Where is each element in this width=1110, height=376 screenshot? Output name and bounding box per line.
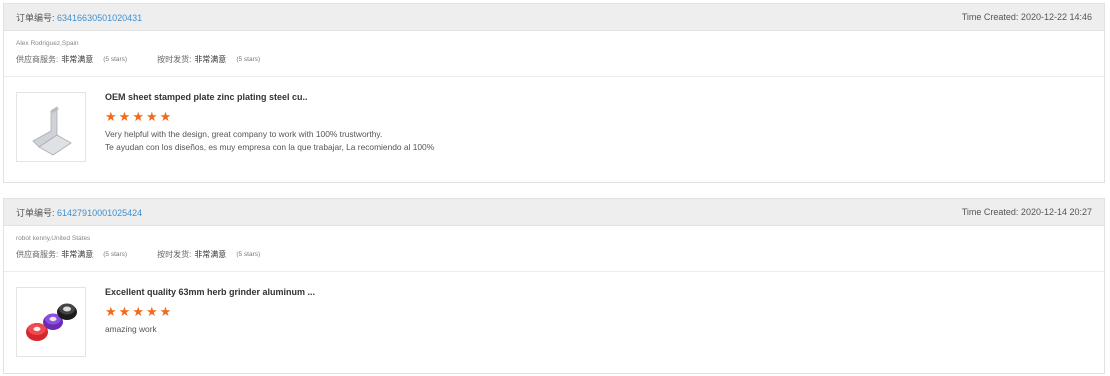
ratings-row: 供应商服务: 非常满意 (5 stars) 按时发货: 非常满意 (5 star…: [16, 249, 1104, 260]
supplier-service-rating: 供应商服务: 非常满意 (5 stars): [16, 249, 127, 260]
star-icon: ★: [118, 304, 131, 319]
star-icon: ★: [132, 304, 144, 319]
order-number-link[interactable]: 63416630501020431: [57, 13, 142, 23]
supplier-service-stars: (5 stars): [103, 251, 128, 258]
review-text: Very helpful with the design, great comp…: [105, 128, 434, 154]
review-line: Te ayudan con los diseños, es muy empres…: [105, 142, 435, 152]
review-body: OEM sheet stamped plate zinc plating ste…: [105, 92, 434, 183]
product-title-link[interactable]: Excellent quality 63mm herb grinder alum…: [105, 287, 315, 297]
on-time-stars: (5 stars): [236, 56, 261, 63]
product-title-link[interactable]: OEM sheet stamped plate zinc plating ste…: [105, 92, 434, 102]
buyer-name: Alex Rodriguez,Spain: [16, 40, 79, 47]
supplier-service-label: 供应商服务:: [16, 55, 59, 64]
on-time-delivery-rating: 按时发货: 非常满意 (5 stars): [157, 54, 260, 65]
supplier-service-value: 非常满意: [61, 55, 94, 64]
review-text: amazing work: [105, 323, 315, 336]
star-icon: ★: [159, 304, 172, 319]
on-time-label: 按时发货:: [157, 55, 192, 64]
order-number-link[interactable]: 61427910001025424: [57, 208, 142, 218]
star-icon: ★: [105, 109, 117, 124]
supplier-service-value: 非常满意: [61, 250, 94, 259]
star-rating: ★ ★ ★ ★ ★: [105, 110, 434, 123]
order-header: 订单编号: 61427910001025424 Time Created: 20…: [4, 199, 1104, 226]
buyer-info: robot kenny,United States 供应商服务: 非常满意 (5…: [4, 226, 1104, 272]
on-time-value: 非常满意: [194, 250, 227, 259]
order-id: 订单编号: 61427910001025424: [16, 206, 142, 219]
supplier-service-label: 供应商服务:: [16, 250, 59, 259]
product-thumbnail[interactable]: [16, 92, 86, 162]
buyer-info: Alex Rodriguez,Spain 供应商服务: 非常满意 (5 star…: [4, 31, 1104, 77]
star-icon: ★: [159, 109, 172, 124]
on-time-label: 按时发货:: [157, 250, 192, 259]
order-id: 订单编号: 63416630501020431: [16, 11, 142, 24]
time-created: Time Created: 2020-12-14 20:27: [961, 207, 1092, 217]
supplier-service-stars: (5 stars): [103, 56, 128, 63]
grinder-product-icon: [26, 303, 77, 341]
star-icon: ★: [145, 109, 158, 124]
order-label: 订单编号:: [16, 207, 55, 218]
ratings-row: 供应商服务: 非常满意 (5 stars) 按时发货: 非常满意 (5 star…: [16, 54, 1104, 65]
supplier-service-rating: 供应商服务: 非常满意 (5 stars): [16, 54, 127, 65]
time-created: Time Created: 2020-12-22 14:46: [961, 12, 1092, 22]
star-icon: ★: [105, 304, 117, 319]
product-review: OEM sheet stamped plate zinc plating ste…: [4, 77, 1104, 183]
order-label: 订单编号:: [16, 12, 55, 23]
review-card: 订单编号: 61427910001025424 Time Created: 20…: [3, 198, 1105, 374]
product-review: Excellent quality 63mm herb grinder alum…: [4, 272, 1104, 376]
review-line: amazing work: [105, 324, 157, 334]
order-header: 订单编号: 63416630501020431 Time Created: 20…: [4, 4, 1104, 31]
star-icon: ★: [118, 109, 131, 124]
review-line: Very helpful with the design, great comp…: [105, 129, 383, 139]
on-time-stars: (5 stars): [236, 251, 261, 258]
review-body: Excellent quality 63mm herb grinder alum…: [105, 287, 315, 376]
on-time-value: 非常满意: [194, 55, 227, 64]
star-icon: ★: [132, 109, 144, 124]
review-card: 订单编号: 63416630501020431 Time Created: 20…: [3, 3, 1105, 183]
star-rating: ★ ★ ★ ★ ★: [105, 305, 315, 318]
on-time-delivery-rating: 按时发货: 非常满意 (5 stars): [157, 249, 260, 260]
product-thumbnail[interactable]: [16, 287, 86, 357]
buyer-name: robot kenny,United States: [16, 235, 91, 242]
star-icon: ★: [145, 304, 158, 319]
bracket-product-icon: [32, 106, 72, 156]
